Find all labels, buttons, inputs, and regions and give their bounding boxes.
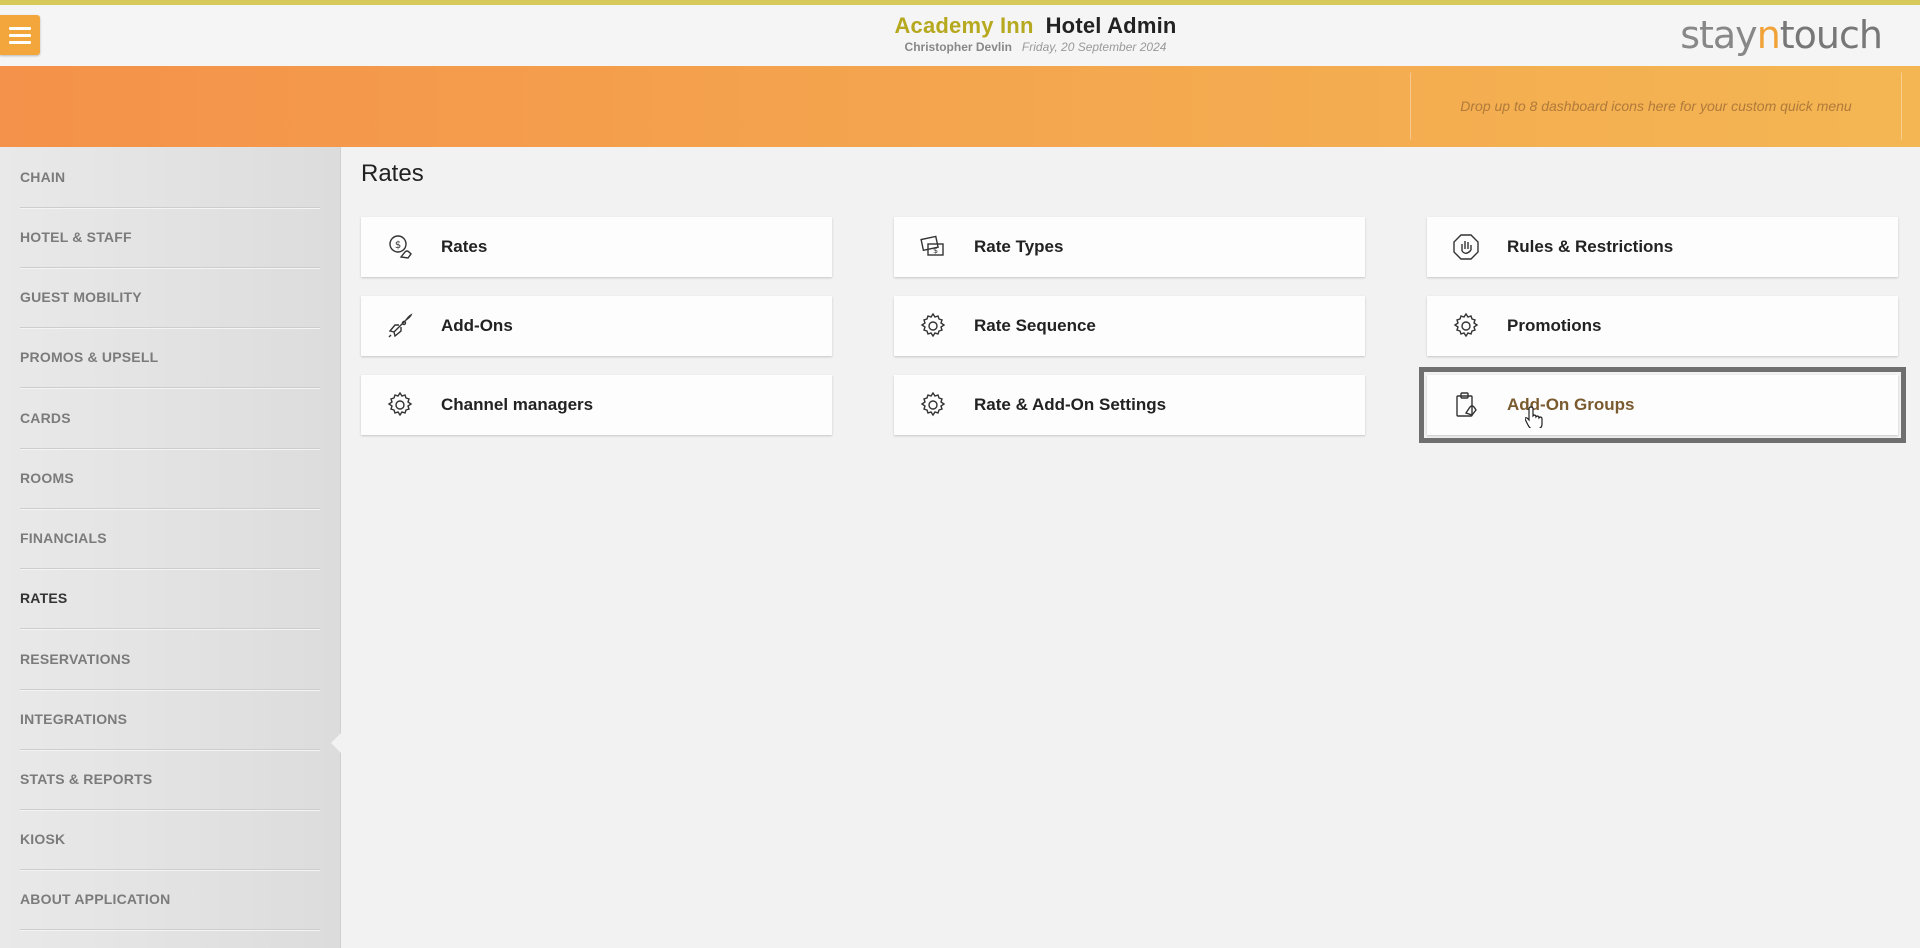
clipboard-hand-icon [1456,392,1477,417]
sidebar-item-stats-reports[interactable]: STATS & REPORTS [20,749,320,810]
page-title: Rates [361,160,424,187]
gear-icon [920,312,946,338]
dollar-hand-icon: $ [389,235,412,259]
sidebar-item-integrations[interactable]: INTEGRATIONS [20,689,320,750]
sidebar-item-about-application[interactable]: ABOUT APPLICATION [20,869,320,930]
sidebar-item-kiosk[interactable]: KIOSK [20,809,320,870]
card-label: Add-Ons [441,316,513,335]
card-channel-managers[interactable]: Channel managers [361,375,832,435]
card-label: Promotions [1507,316,1602,335]
quick-menu-dropzone[interactable]: Drop up to 8 dashboard icons here for yo… [1410,72,1902,140]
user-name: Christopher Devlin [904,40,1012,54]
sidebar-item-hotel-staff[interactable]: HOTEL & STAFF [20,207,320,268]
sidebar-item-reservations[interactable]: RESERVATIONS [20,629,320,690]
sidebar-item-rooms[interactable]: ROOMS [20,448,320,509]
svg-text:$: $ [933,246,938,255]
sidebar-item-financials[interactable]: FINANCIALS [20,508,320,569]
card-rates[interactable]: $ Rates [361,217,832,277]
card-rate-sequence[interactable]: Rate Sequence [894,296,1365,356]
app-name: Hotel Admin [1045,13,1177,38]
card-rules-restrictions[interactable]: Rules & Restrictions [1427,217,1898,277]
card-add-on-groups[interactable]: Add-On Groups [1419,367,1906,443]
card-label: Rules & Restrictions [1507,237,1674,256]
gear-icon [920,391,946,417]
main-content: Rates $ Rates $ Rate Types Rules & Restr… [340,147,1920,948]
hotel-name: Academy Inn [894,13,1034,38]
card-rate-types[interactable]: $ Rate Types [894,217,1365,277]
card-label: Add-On Groups [1507,395,1635,414]
card-label: Channel managers [441,395,594,414]
stop-hand-icon [1453,234,1479,260]
sidebar-item-chain[interactable]: CHAIN [20,147,320,208]
card-promotions[interactable]: Promotions [1427,296,1898,356]
card-label: Rate Sequence [974,316,1096,335]
sidebar-item-cards[interactable]: CARDS [20,388,320,449]
sidebar-item-rates[interactable]: RATES [20,568,320,629]
current-date: Friday, 20 September 2024 [1021,40,1167,54]
money-bills-icon: $ [920,235,944,256]
card-label: Rate & Add-On Settings [974,395,1167,414]
gear-icon [1453,312,1479,338]
sidebar: CHAIN HOTEL & STAFF GUEST MOBILITY PROMO… [0,147,341,948]
sidebar-item-promos-upsell[interactable]: PROMOS & UPSELL [20,327,320,388]
card-label: Rate Types [974,237,1064,256]
card-label: Rates [441,237,488,256]
stayntouch-logo: stayntouch [1680,13,1883,57]
rocket-icon [388,313,413,338]
header: Academy Inn Hotel Admin Christopher Devli… [0,5,1920,66]
quick-menu-banner: Drop up to 8 dashboard icons here for yo… [0,66,1920,147]
card-add-ons[interactable]: Add-Ons [361,296,832,356]
svg-text:$: $ [395,240,401,251]
sidebar-item-guest-mobility[interactable]: GUEST MOBILITY [20,267,320,328]
gear-icon [387,391,413,417]
title-block: Academy Inn Hotel Admin Christopher Devli… [0,13,1920,54]
card-rate-add-on-settings[interactable]: Rate & Add-On Settings [894,375,1365,435]
